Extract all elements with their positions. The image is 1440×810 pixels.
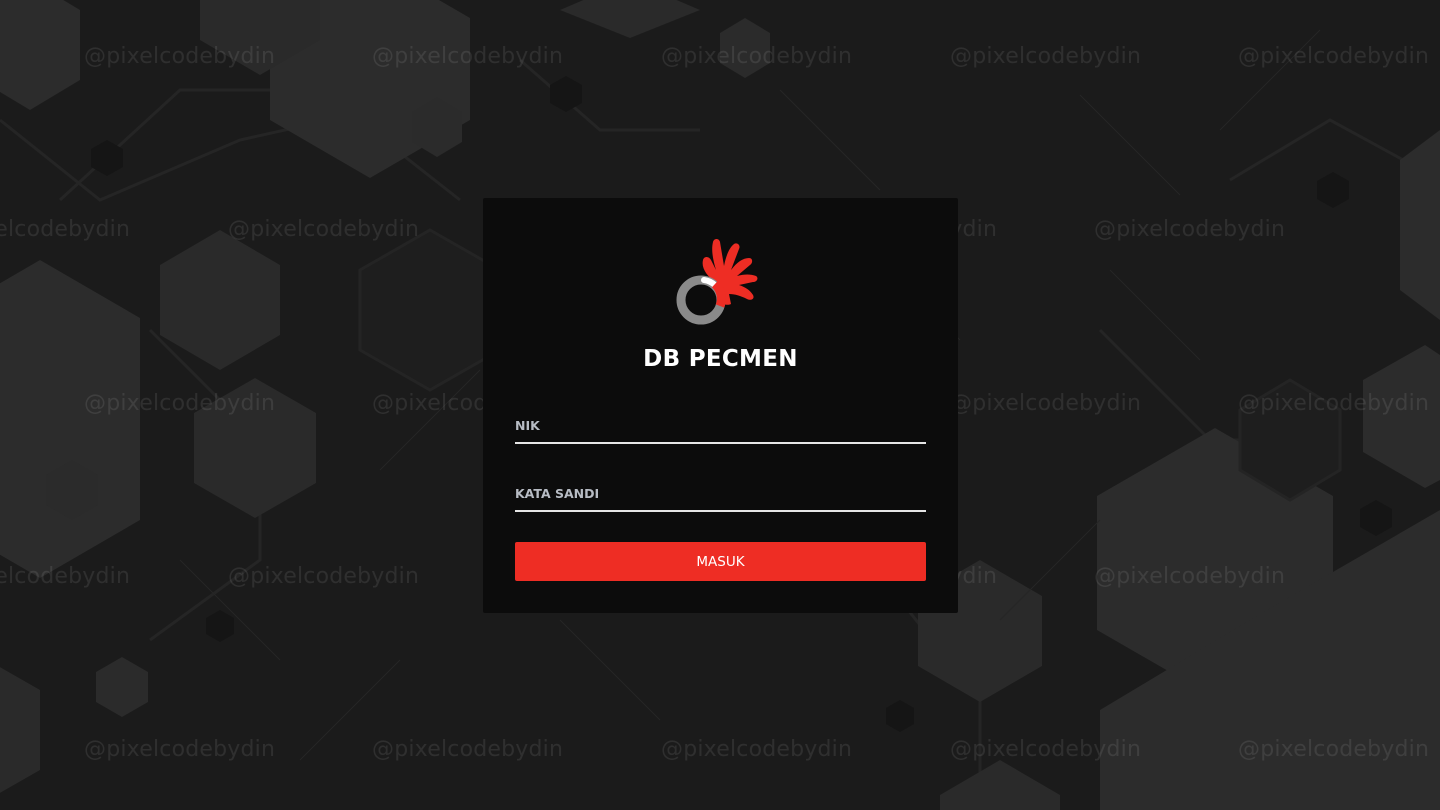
login-button[interactable]: MASUK	[515, 542, 926, 581]
nik-field[interactable]: NIK	[515, 412, 926, 444]
password-field[interactable]: KATA SANDI	[515, 480, 926, 512]
password-input[interactable]	[515, 480, 926, 510]
page-title: DB PECMEN	[643, 346, 798, 372]
hand-ring-logo-icon	[671, 238, 771, 330]
login-card: DB PECMEN NIK KATA SANDI MASUK	[483, 198, 958, 613]
nik-input[interactable]	[515, 412, 926, 442]
